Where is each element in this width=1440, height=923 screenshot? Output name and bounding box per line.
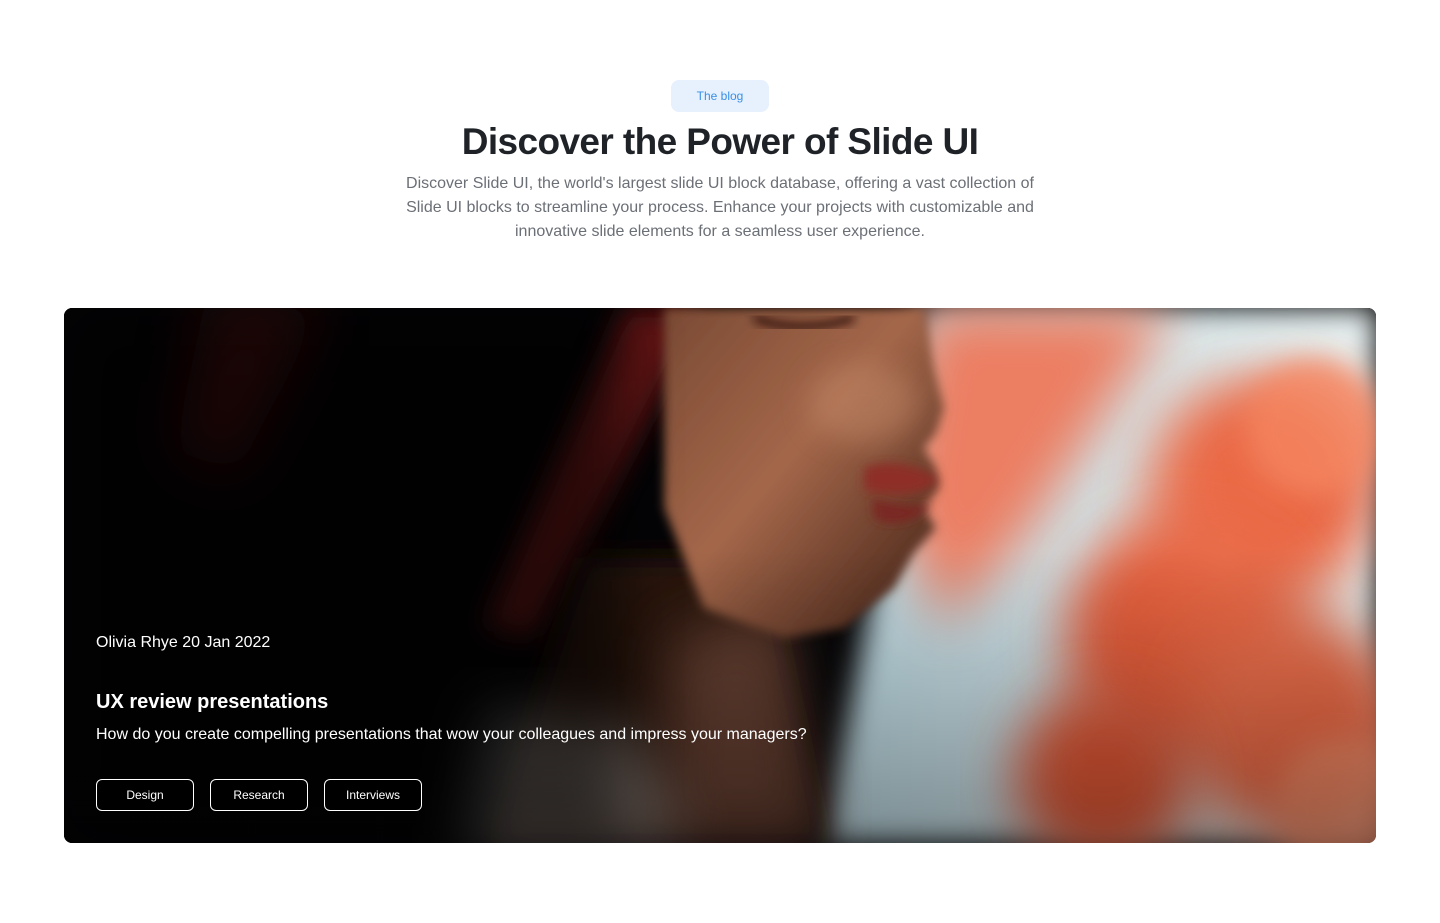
tag-research[interactable]: Research (210, 779, 308, 811)
card-gradient-overlay (64, 308, 1376, 843)
tag-design[interactable]: Design (96, 779, 194, 811)
page-subtitle: Discover Slide UI, the world's largest s… (406, 175, 1034, 240)
tag-interviews[interactable]: Interviews (324, 779, 422, 811)
page-title: Discover the Power of Slide UI (461, 121, 979, 162)
blog-badge: The blog (671, 80, 769, 112)
post-title[interactable]: UX review presentations (96, 688, 328, 716)
post-description: How do you create compelling presentatio… (96, 726, 807, 743)
blog-page: The blog Discover the Power of Slide UI … (0, 0, 1440, 923)
featured-post-card[interactable]: Olivia Rhye 20 Jan 2022 UX review presen… (64, 308, 1376, 843)
post-tags: Design Research Interviews (96, 779, 422, 811)
post-meta: Olivia Rhye 20 Jan 2022 (96, 634, 271, 651)
